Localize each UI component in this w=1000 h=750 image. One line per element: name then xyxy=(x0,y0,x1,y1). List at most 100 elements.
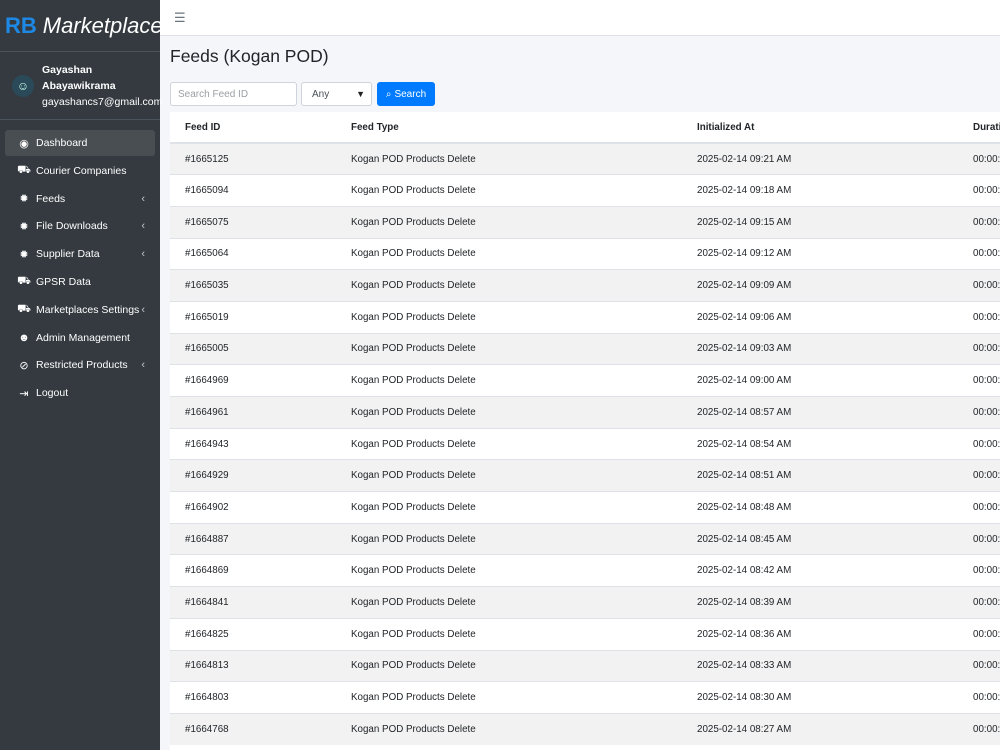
cell-initialized-at: 2025-02-14 09:12 AM xyxy=(682,237,958,270)
feeds-table: Feed ID Feed Type Initialized At Duratio… xyxy=(170,112,1000,746)
cell-initialized-at: 2025-02-14 08:36 AM xyxy=(682,617,958,650)
cell-feed-id: #1664813 xyxy=(170,649,336,682)
cell-duration: 00:00: xyxy=(958,459,1000,492)
cell-feed-type: Kogan POD Products Delete xyxy=(336,459,682,492)
cell-feed-id: #1665094 xyxy=(170,174,336,207)
sidebar: RB Marketplaces ☺ Gayashan Abayawikrama … xyxy=(0,0,174,750)
table-row[interactable]: #1664887 Kogan POD Products Delete 2025-02… xyxy=(170,522,1000,555)
cell-feed-id: #1664869 xyxy=(170,554,336,587)
brand-logo[interactable]: RB Marketplaces xyxy=(0,0,174,52)
cell-duration: 00:00: xyxy=(958,522,1000,555)
filter-bar: Any ▼ ⌕ Search xyxy=(170,82,435,106)
cell-duration: 00:00: xyxy=(958,554,1000,587)
sidebar-item-restricted-products[interactable]: ⊘ Restricted Products ‹ xyxy=(5,352,155,378)
user-email: gayashancs7@gmail.com xyxy=(42,95,163,108)
cell-duration: 00:00: xyxy=(958,649,1000,682)
cell-feed-type: Kogan POD Products Delete xyxy=(336,554,682,587)
table-row[interactable]: #1664813 Kogan POD Products Delete 2025-02… xyxy=(170,649,1000,682)
table-row[interactable]: #1665075 Kogan POD Products Delete 2025-02… xyxy=(170,205,1000,239)
cell-initialized-at: 2025-02-14 09:09 AM xyxy=(682,269,958,302)
search-button-label: Search xyxy=(394,88,427,100)
header-duration[interactable]: Duration xyxy=(958,112,1000,144)
table-row[interactable]: #1664768 Kogan POD Products Delete 2025-02… xyxy=(170,712,1000,746)
cell-duration: 00:00: xyxy=(958,396,1000,429)
sidebar-item-admin-management[interactable]: ☻ Admin Management xyxy=(5,325,155,351)
chevron-left-icon: ‹ xyxy=(141,248,145,261)
table-row[interactable]: #1664929 Kogan POD Products Delete 2025-02… xyxy=(170,459,1000,492)
cell-duration: 00:00: xyxy=(958,364,1000,397)
table-row[interactable]: #1664961 Kogan POD Products Delete 2025-02… xyxy=(170,396,1000,429)
search-button[interactable]: ⌕ Search xyxy=(377,82,435,106)
sidebar-item-feeds[interactable]: ✹ Feeds ‹ xyxy=(5,186,155,212)
cog-icon: ✹ xyxy=(19,220,29,233)
cell-feed-type: Kogan POD Products Delete xyxy=(336,681,682,714)
chevron-left-icon: ‹ xyxy=(141,220,145,233)
sidebar-item-file-downloads[interactable]: ✹ File Downloads ‹ xyxy=(5,213,155,239)
cell-feed-id: #1665019 xyxy=(170,300,336,334)
table-row[interactable]: #1664869 Kogan POD Products Delete 2025-02… xyxy=(170,554,1000,587)
sidebar-item-marketplaces-settings[interactable]: ⛟ Marketplaces Settings ‹ xyxy=(5,297,155,323)
cell-feed-id: #1664929 xyxy=(170,459,336,492)
table-row[interactable]: #1665019 Kogan POD Products Delete 2025-02… xyxy=(170,300,1000,334)
avatar[interactable]: ☺ xyxy=(12,74,34,97)
table-row[interactable]: #1665094 Kogan POD Products Delete 2025-02… xyxy=(170,174,1000,207)
cell-duration: 00:00: xyxy=(958,174,1000,207)
menu-toggle-icon[interactable]: ☰ xyxy=(174,10,186,26)
cell-initialized-at: 2025-02-14 09:03 AM xyxy=(682,332,958,365)
user-panel: ☺ Gayashan Abayawikrama gayashancs7@gmai… xyxy=(0,52,163,120)
cell-feed-id: #1665064 xyxy=(170,237,336,270)
truck-icon: ⛟ xyxy=(17,163,31,176)
truck-icon: ⛟ xyxy=(17,302,31,315)
header-feed-type[interactable]: Feed Type xyxy=(336,112,682,144)
sidebar-item-label: File Downloads xyxy=(36,220,108,233)
table-row[interactable]: #1664902 Kogan POD Products Delete 2025-02… xyxy=(170,491,1000,524)
sidebar-item-gpsr-data[interactable]: ⛟ GPSR Data xyxy=(5,269,155,295)
sidebar-item-logout[interactable]: ⇥ Logout xyxy=(5,380,155,406)
header-feed-id[interactable]: Feed ID xyxy=(170,112,336,144)
cell-initialized-at: 2025-02-14 08:27 AM xyxy=(682,712,958,746)
cell-duration: 00:00: xyxy=(958,142,1000,175)
table-row[interactable]: #1664825 Kogan POD Products Delete 2025-02… xyxy=(170,617,1000,650)
sidebar-item-label: Courier Companies xyxy=(36,164,127,177)
cell-feed-type: Kogan POD Products Delete xyxy=(336,522,682,555)
cell-feed-id: #1664887 xyxy=(170,522,336,555)
table-row[interactable]: #1665035 Kogan POD Products Delete 2025-02… xyxy=(170,269,1000,302)
sidebar-item-supplier-data[interactable]: ✹ Supplier Data ‹ xyxy=(5,241,155,267)
feeds-table-container[interactable]: Feed ID Feed Type Initialized At Duratio… xyxy=(170,112,1000,750)
table-row[interactable]: #1664943 Kogan POD Products Delete 2025-02… xyxy=(170,427,1000,460)
cell-initialized-at: 2025-02-14 08:39 AM xyxy=(682,586,958,619)
cell-feed-type: Kogan POD Products Delete xyxy=(336,300,682,334)
sidebar-item-courier-companies[interactable]: ⛟ Courier Companies xyxy=(5,158,155,184)
cell-feed-type: Kogan POD Products Delete xyxy=(336,269,682,302)
sidebar-item-dashboard[interactable]: ◉ Dashboard xyxy=(5,130,155,156)
cog-icon: ✹ xyxy=(19,248,29,261)
cell-feed-type: Kogan POD Products Delete xyxy=(336,649,682,682)
cell-feed-id: #1664825 xyxy=(170,617,336,650)
cell-initialized-at: 2025-02-14 08:57 AM xyxy=(682,396,958,429)
header-initialized-at[interactable]: Initialized At xyxy=(682,112,958,144)
cell-feed-id: #1665075 xyxy=(170,205,336,239)
user-name[interactable]: Gayashan Abayawikrama xyxy=(42,62,162,94)
cell-duration: 00:00: xyxy=(958,332,1000,365)
search-feed-id-input[interactable] xyxy=(170,82,297,106)
sidebar-item-label: GPSR Data xyxy=(36,275,91,288)
cell-duration: 00:00: xyxy=(958,205,1000,239)
dashboard-icon: ◉ xyxy=(19,137,29,150)
cell-initialized-at: 2025-02-14 09:00 AM xyxy=(682,364,958,397)
cell-feed-type: Kogan POD Products Delete xyxy=(336,491,682,524)
table-row[interactable]: #1665005 Kogan POD Products Delete 2025-02… xyxy=(170,332,1000,365)
cell-initialized-at: 2025-02-14 08:48 AM xyxy=(682,491,958,524)
cell-duration: 00:00: xyxy=(958,237,1000,270)
table-row[interactable]: #1664969 Kogan POD Products Delete 2025-02… xyxy=(170,364,1000,397)
status-select[interactable]: Any ▼ xyxy=(301,82,372,106)
cell-duration: 00:00: xyxy=(958,586,1000,619)
table-row[interactable]: #1664803 Kogan POD Products Delete 2025-02… xyxy=(170,681,1000,714)
table-row[interactable]: #1665125 Kogan POD Products Delete 2025-02… xyxy=(170,142,1000,175)
cell-initialized-at: 2025-02-14 09:15 AM xyxy=(682,205,958,239)
cell-feed-id: #1664768 xyxy=(170,712,336,746)
table-row[interactable]: #1665064 Kogan POD Products Delete 2025-02… xyxy=(170,237,1000,270)
sidebar-item-label: Supplier Data xyxy=(36,248,100,261)
cell-feed-id: #1665005 xyxy=(170,332,336,365)
table-row[interactable]: #1664841 Kogan POD Products Delete 2025-02… xyxy=(170,586,1000,619)
cell-initialized-at: 2025-02-14 09:21 AM xyxy=(682,142,958,175)
